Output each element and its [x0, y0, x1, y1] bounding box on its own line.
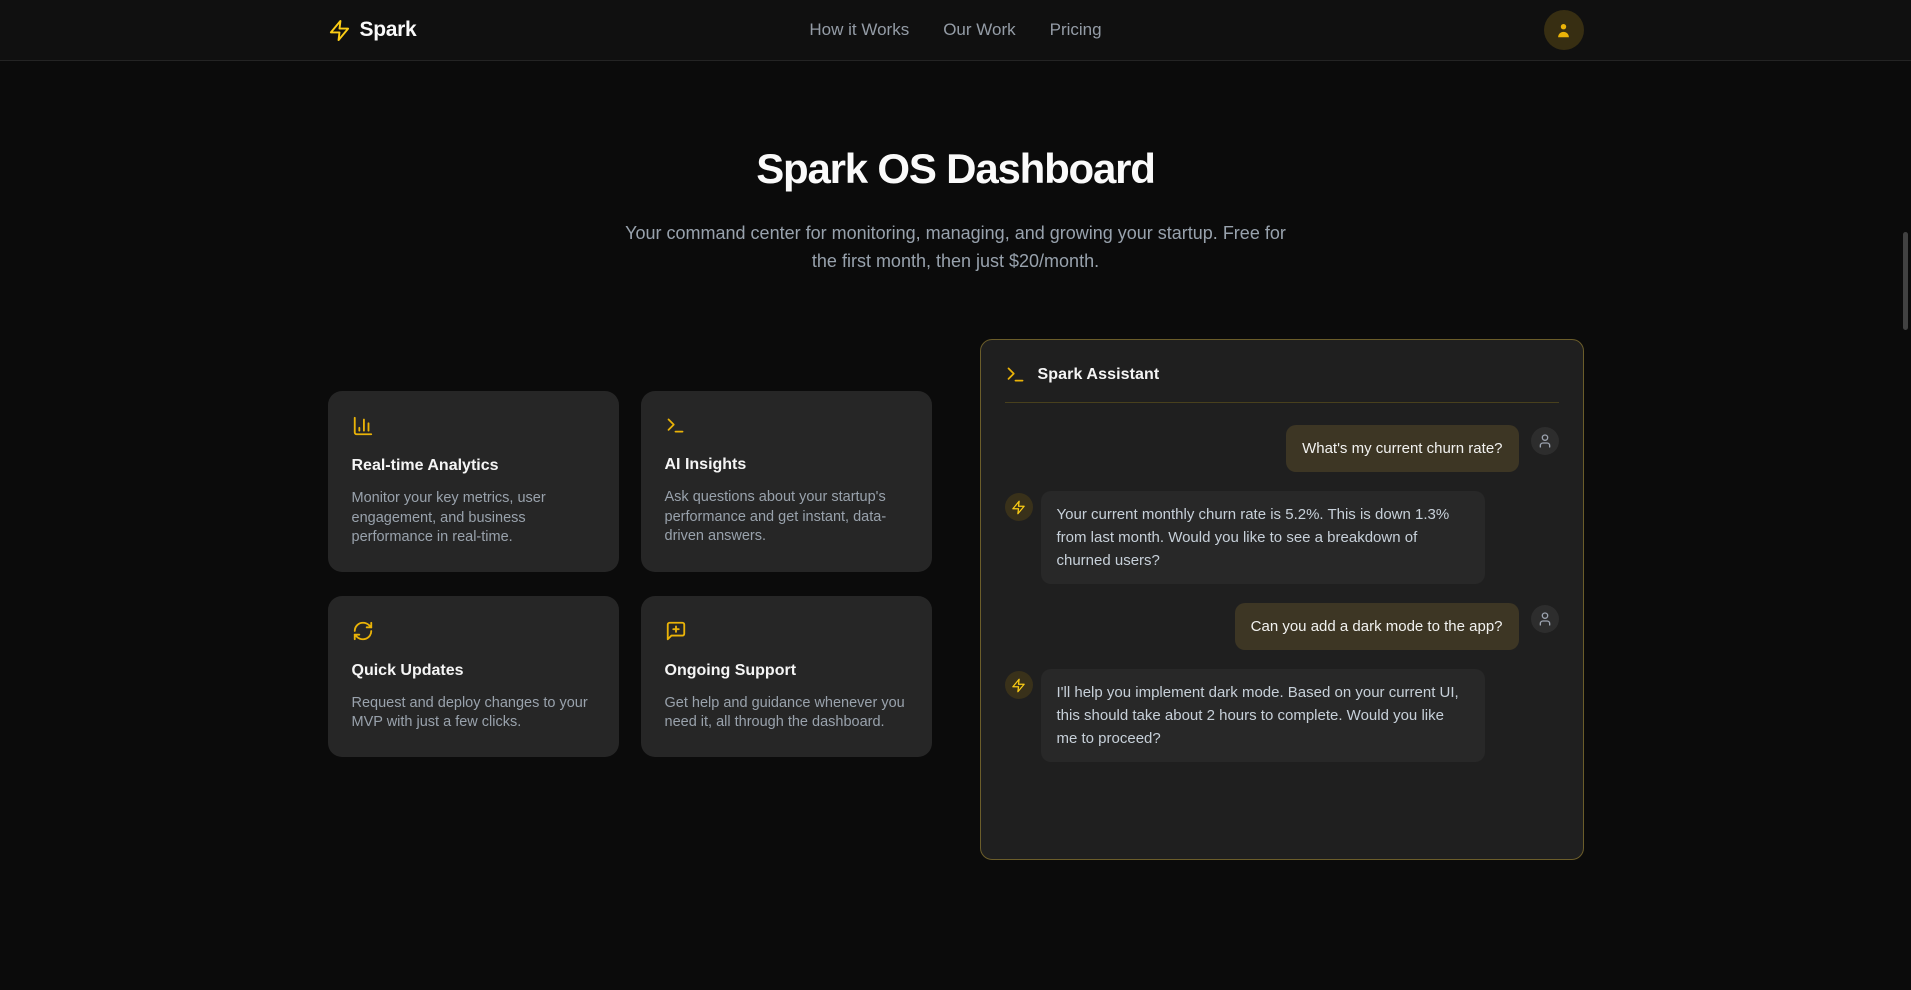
feature-card: Real-time Analytics Monitor your key met…	[328, 391, 619, 572]
zap-icon	[1011, 678, 1026, 693]
feature-title: Real-time Analytics	[352, 457, 595, 475]
assistant-panel-header: Spark Assistant	[1005, 364, 1559, 385]
user-avatar-button[interactable]	[1544, 10, 1584, 50]
panel-divider	[1005, 402, 1559, 403]
top-nav: Spark How it Works Our Work Pricing	[0, 0, 1911, 61]
page-title: Spark OS Dashboard	[0, 145, 1911, 193]
user-chat-avatar	[1531, 605, 1559, 633]
hero-section: Spark OS Dashboard Your command center f…	[0, 61, 1911, 275]
feature-title: Quick Updates	[352, 662, 595, 680]
feature-title: Ongoing Support	[665, 662, 908, 680]
user-filled-icon	[1554, 21, 1573, 40]
main-section: Real-time Analytics Monitor your key met…	[328, 339, 1584, 860]
refresh-icon	[352, 620, 595, 642]
zap-icon	[1011, 500, 1026, 515]
nav-link-how-it-works[interactable]: How it Works	[809, 20, 909, 40]
assistant-chat-avatar	[1005, 493, 1033, 521]
assistant-panel: Spark Assistant What's my current churn …	[980, 339, 1584, 860]
page-scrollbar-thumb[interactable]	[1903, 232, 1908, 330]
feature-description: Ask questions about your startup's perfo…	[665, 488, 908, 547]
page-subtitle: Your command center for monitoring, mana…	[611, 219, 1301, 275]
feature-grid: Real-time Analytics Monitor your key met…	[328, 391, 932, 757]
message-square-plus-icon	[665, 620, 908, 642]
chat-messages: What's my current churn rate? Your curren…	[1005, 425, 1559, 762]
nav-links: How it Works Our Work Pricing	[809, 20, 1101, 40]
feature-card: AI Insights Ask questions about your sta…	[641, 391, 932, 572]
user-icon	[1537, 611, 1553, 627]
terminal-icon	[1005, 364, 1026, 385]
terminal-icon	[665, 415, 908, 436]
brand-logo[interactable]: Spark	[328, 18, 417, 42]
assistant-panel-title: Spark Assistant	[1038, 366, 1160, 384]
chat-bubble-assistant: I'll help you implement dark mode. Based…	[1041, 669, 1485, 762]
chart-column-icon	[352, 415, 595, 437]
user-chat-avatar	[1531, 427, 1559, 455]
nav-link-our-work[interactable]: Our Work	[943, 20, 1015, 40]
user-icon	[1537, 433, 1553, 449]
feature-description: Request and deploy changes to your MVP w…	[352, 694, 595, 733]
nav-link-pricing[interactable]: Pricing	[1050, 20, 1102, 40]
chat-message-user: What's my current churn rate?	[1005, 425, 1559, 472]
assistant-chat-avatar	[1005, 671, 1033, 699]
feature-card: Ongoing Support Get help and guidance wh…	[641, 596, 932, 757]
chat-bubble-user: What's my current churn rate?	[1286, 425, 1518, 472]
chat-bubble-assistant: Your current monthly churn rate is 5.2%.…	[1041, 491, 1485, 584]
feature-card: Quick Updates Request and deploy changes…	[328, 596, 619, 757]
feature-description: Monitor your key metrics, user engagemen…	[352, 489, 595, 548]
chat-message-user: Can you add a dark mode to the app?	[1005, 603, 1559, 650]
feature-title: AI Insights	[665, 456, 908, 474]
brand-name: Spark	[360, 18, 417, 42]
chat-bubble-user: Can you add a dark mode to the app?	[1235, 603, 1519, 650]
chat-message-assistant: Your current monthly churn rate is 5.2%.…	[1005, 491, 1559, 584]
zap-icon	[328, 19, 351, 42]
chat-message-assistant: I'll help you implement dark mode. Based…	[1005, 669, 1559, 762]
feature-description: Get help and guidance whenever you need …	[665, 694, 908, 733]
